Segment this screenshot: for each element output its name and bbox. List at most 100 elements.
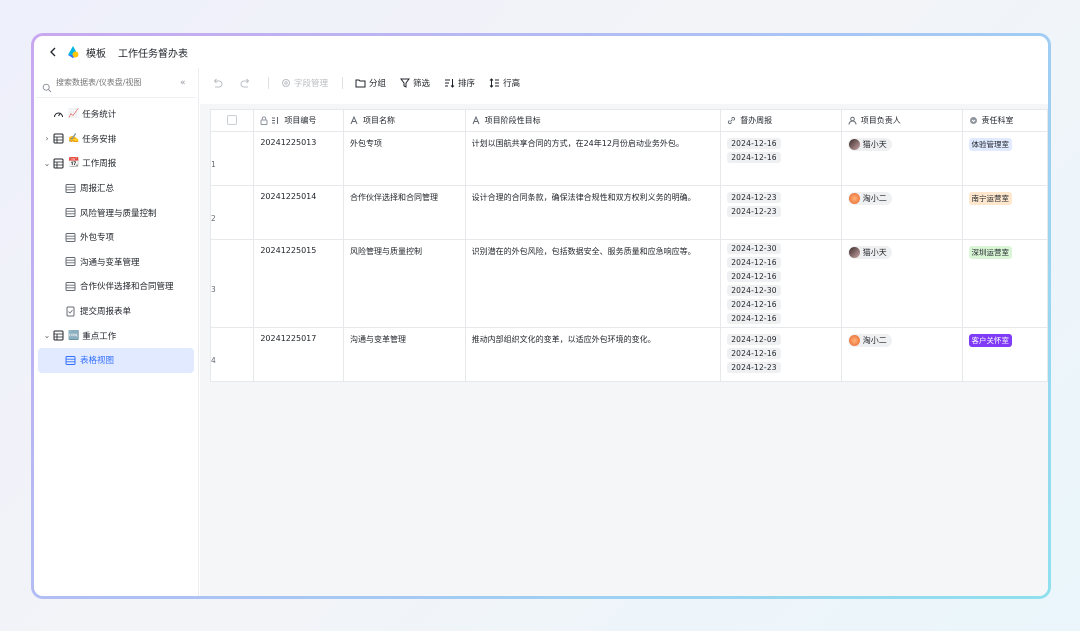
cell-weekly[interactable]: 2024-12-30 2024-12-16 2024-12-16 2024-12-30…: [720, 239, 842, 328]
sidebar-item-submit-form[interactable]: 提交周报表单: [38, 299, 194, 324]
cell-code[interactable]: 20241225017: [253, 327, 344, 382]
toolbar: 字段管理 分组 筛选 排序 行高: [200, 68, 1048, 98]
cell-dept[interactable]: 南宁运营室: [961, 185, 1048, 240]
cell-code[interactable]: 20241225013: [253, 131, 344, 186]
chevron-down-icon[interactable]: ⌄: [42, 159, 52, 168]
sidebar-item-outsourcing[interactable]: 外包专项: [38, 225, 194, 250]
undo-icon[interactable]: [212, 78, 226, 88]
avatar: [848, 139, 860, 150]
folder-icon: [355, 79, 366, 88]
select-all-cell[interactable]: [209, 109, 255, 132]
sidebar-item-task-stats[interactable]: 📈 任务统计: [38, 102, 194, 127]
sidebar-item-table-view[interactable]: 表格视图: [38, 347, 194, 373]
sidebar-item-weekly-report[interactable]: ⌄ 📆 工作周报: [38, 151, 194, 176]
row-number[interactable]: 4: [209, 327, 255, 382]
dept-tag: 深圳运营室: [968, 246, 1013, 259]
text-field-icon: [472, 116, 480, 125]
field-manage-button[interactable]: 字段管理: [281, 77, 328, 89]
group-button[interactable]: 分组: [355, 77, 386, 89]
cell-weekly[interactable]: 2024-12-16 2024-12-16: [720, 131, 842, 186]
sidebar-item-label: 周报汇总: [80, 184, 115, 195]
grid-view-icon: [64, 354, 76, 366]
table-icon: [52, 133, 64, 145]
person-chip[interactable]: 猫小天: [847, 246, 892, 259]
cell-name[interactable]: 沟通与变革管理: [343, 327, 466, 382]
cell-weekly[interactable]: 2024-12-23 2024-12-23: [720, 185, 842, 240]
cell-goal[interactable]: 识别潜在的外包风险，包括数据安全、服务质量和应急响应等。: [464, 239, 722, 328]
date-chip[interactable]: 2024-12-23: [727, 206, 781, 217]
sidebar-item-task-arrange[interactable]: › ✍️ 任务安排: [38, 127, 194, 152]
sidebar-search-input[interactable]: [56, 78, 180, 87]
sidebar-item-report-summary[interactable]: 周报汇总: [38, 176, 194, 201]
table-row[interactable]: 2 20241225014 合作伙伴选择和合同管理 设计合理的合同条款，确保法律…: [209, 185, 1048, 240]
single-select-icon: [969, 117, 977, 124]
date-chip[interactable]: 2024-12-16: [727, 257, 781, 268]
cell-code[interactable]: 20241225015: [253, 239, 344, 328]
person-chip[interactable]: 淘小二: [847, 192, 892, 205]
cell-owner[interactable]: 猫小天: [840, 239, 963, 328]
date-chip[interactable]: 2024-12-16: [727, 152, 781, 163]
column-header-goal[interactable]: 项目阶段性目标: [464, 109, 722, 132]
cell-goal[interactable]: 推动内部组织文化的变革，以适应外包环境的变化。: [464, 327, 722, 382]
chevron-down-icon[interactable]: ⌄: [42, 331, 52, 340]
cell-goal[interactable]: 计划以国航共享合同的方式，在24年12月份启动业务外包。: [464, 131, 722, 186]
cell-name[interactable]: 合作伙伴选择和合同管理: [343, 185, 466, 240]
grid-view-icon: [64, 207, 76, 219]
select-all-checkbox[interactable]: [227, 114, 238, 125]
avatar: [848, 193, 860, 204]
sort-button[interactable]: 排序: [444, 77, 475, 89]
sidebar-item-risk-quality[interactable]: 风险管理与质量控制: [38, 200, 194, 225]
person-chip[interactable]: 猫小天: [847, 138, 892, 151]
cell-code[interactable]: 20241225014: [253, 185, 344, 240]
person-chip[interactable]: 淘小二: [847, 334, 892, 347]
sidebar-item-partner-contract[interactable]: 合作伙伴选择和合同管理: [38, 274, 194, 299]
column-header-code[interactable]: 项目编号: [253, 109, 344, 132]
date-chip[interactable]: 2024-12-30: [727, 285, 781, 296]
row-number[interactable]: 1: [209, 131, 255, 186]
cell-dept[interactable]: 深圳运营室: [961, 239, 1048, 328]
cell-owner[interactable]: 淘小二: [840, 327, 963, 382]
row-number[interactable]: 3: [209, 239, 255, 328]
column-header-dept[interactable]: 责任科室: [961, 109, 1048, 132]
sidebar-item-key-work[interactable]: ⌄ 🆒 重点工作: [38, 323, 194, 348]
row-height-button[interactable]: 行高: [489, 77, 520, 89]
back-icon[interactable]: [46, 45, 60, 59]
cell-dept[interactable]: 客户关怀室: [961, 327, 1048, 382]
toolbar-divider: [268, 77, 269, 89]
date-chip[interactable]: 2024-12-16: [727, 138, 781, 149]
table-row[interactable]: 4 20241225017 沟通与变革管理 推动内部组织文化的变革，以适应外包环…: [209, 327, 1048, 382]
sidebar-item-label: 表格视图: [80, 356, 115, 367]
cell-name[interactable]: 风险管理与质量控制: [343, 239, 466, 328]
date-chip[interactable]: 2024-12-30: [727, 243, 781, 254]
cell-name[interactable]: 外包专项: [343, 131, 466, 186]
cell-weekly[interactable]: 2024-12-09 2024-12-16 2024-12-23: [720, 327, 842, 382]
row-number[interactable]: 2: [209, 185, 255, 240]
person-field-icon: [848, 116, 857, 125]
column-header-name[interactable]: 项目名称: [343, 109, 466, 132]
date-chip[interactable]: 2024-12-16: [727, 313, 781, 324]
column-header-weekly[interactable]: 督办周报: [720, 109, 842, 132]
breadcrumb-template[interactable]: 模板: [86, 45, 106, 60]
sort-icon: [445, 79, 455, 88]
redo-icon[interactable]: [240, 78, 254, 88]
cell-dept[interactable]: 体验管理室: [961, 131, 1048, 186]
cell-goal[interactable]: 设计合理的合同条款，确保法律合规性和双方权利义务的明确。: [464, 185, 722, 240]
date-chip[interactable]: 2024-12-16: [727, 348, 781, 359]
cell-owner[interactable]: 猫小天: [840, 131, 963, 186]
date-chip[interactable]: 2024-12-23: [727, 192, 781, 203]
table-row[interactable]: 1 20241225013 外包专项 计划以国航共享合同的方式，在24年12月份…: [209, 131, 1048, 186]
date-chip[interactable]: 2024-12-23: [727, 362, 781, 373]
breadcrumb-title[interactable]: 工作任务督办表: [118, 45, 188, 60]
link-field-icon: [728, 116, 736, 125]
sidebar-item-communication[interactable]: 沟通与变革管理: [38, 250, 194, 275]
cell-owner[interactable]: 淘小二: [840, 185, 963, 240]
avatar: [848, 247, 860, 258]
date-chip[interactable]: 2024-12-09: [727, 334, 781, 345]
date-chip[interactable]: 2024-12-16: [727, 299, 781, 310]
date-chip[interactable]: 2024-12-16: [727, 271, 781, 282]
collapse-sidebar-icon[interactable]: «: [180, 78, 190, 88]
table-row[interactable]: 3 20241225015 风险管理与质量控制 识别潜在的外包风险，包括数据安全…: [209, 239, 1048, 328]
column-header-owner[interactable]: 项目负责人: [840, 109, 963, 132]
filter-button[interactable]: 筛选: [400, 77, 430, 89]
chevron-right-icon[interactable]: ›: [42, 134, 52, 143]
